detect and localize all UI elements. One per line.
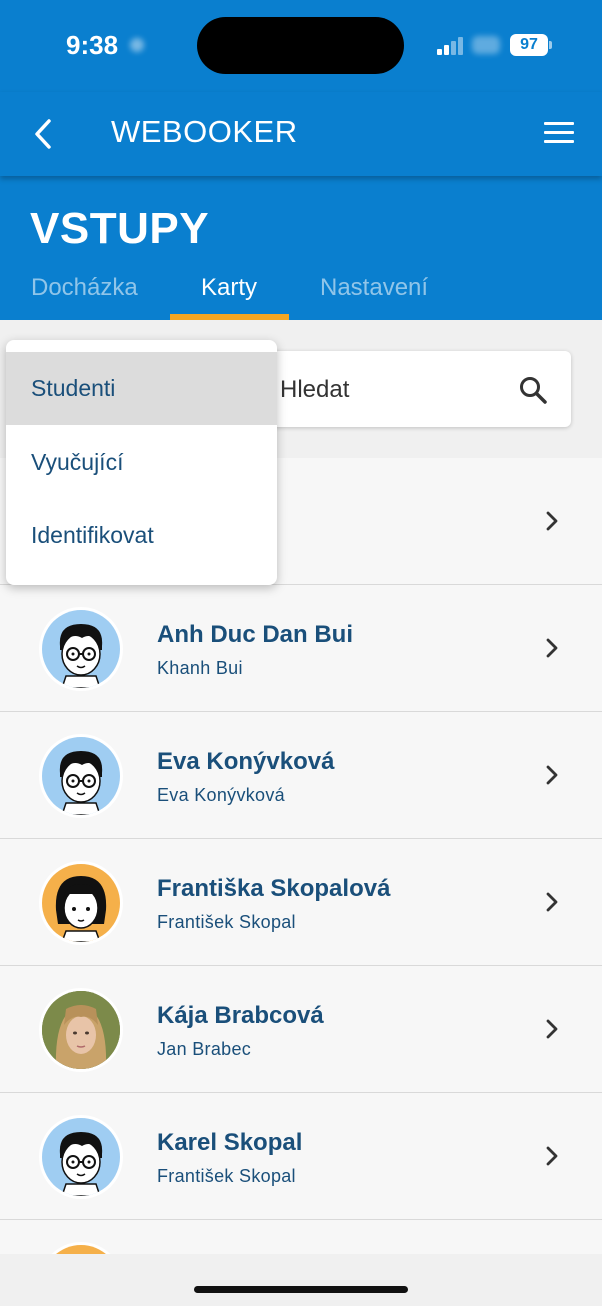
row-name: Eva Konývková — [157, 748, 335, 775]
boy-glasses-avatar — [42, 737, 120, 815]
chevron-right-icon — [546, 1146, 558, 1166]
chevron-right-icon — [546, 638, 558, 658]
row-name: Kája Brabcová — [157, 1002, 324, 1029]
list-item[interactable]: Karel Skopal František Skopal — [0, 1093, 602, 1220]
boy-glasses-avatar — [42, 1118, 120, 1196]
list-item[interactable]: Kája Brabcová Jan Brabec — [0, 966, 602, 1093]
list-item[interactable]: Františka Skopalová František Skopal — [0, 839, 602, 966]
status-time: 9:38 — [66, 30, 119, 60]
row-name: Františka Skopalová — [157, 875, 391, 902]
row-subtitle: František Skopal — [157, 1166, 296, 1186]
status-indicator-icon — [130, 38, 144, 52]
app-bar: WEBOOKER — [0, 92, 602, 176]
row-subtitle: Khanh Bui — [157, 658, 243, 678]
tab-dochazka[interactable]: Docházka — [31, 274, 138, 302]
list-item[interactable] — [0, 1220, 602, 1254]
home-area — [0, 1254, 602, 1306]
dynamic-island — [197, 17, 404, 74]
section-header: VSTUPY Docházka Karty Nastavení — [0, 176, 602, 320]
app-title: WEBOOKER — [111, 114, 298, 149]
chevron-right-icon — [546, 892, 558, 912]
status-bar: 9:38 97 — [0, 0, 602, 92]
battery-tip — [549, 41, 552, 49]
row-subtitle: František Skopal — [157, 912, 296, 932]
chevron-right-icon — [546, 511, 558, 531]
signal-icon — [437, 37, 467, 55]
list-item[interactable]: Anh Duc Dan Bui Khanh Bui — [0, 585, 602, 712]
carrier-label — [472, 36, 500, 54]
dropdown-item-identifikovat[interactable]: Identifikovat — [6, 499, 277, 572]
battery-icon: 97 — [510, 34, 548, 56]
hamburger-menu-icon[interactable] — [544, 122, 574, 144]
section-title: VSTUPY — [30, 204, 210, 253]
photo-avatar — [42, 991, 120, 1069]
row-subtitle: Eva Konývková — [157, 785, 285, 805]
tab-nastaveni[interactable]: Nastavení — [320, 274, 428, 302]
boy-glasses-avatar — [42, 610, 120, 688]
girl-avatar — [42, 1245, 120, 1254]
row-name: Anh Duc Dan Bui — [157, 621, 353, 648]
filter-dropdown-menu: Studenti Vyučující Identifikovat — [6, 340, 277, 585]
search-input-value: Hledat — [280, 376, 350, 403]
girl-avatar — [42, 864, 120, 942]
list-item[interactable]: Eva Konývková Eva Konývková — [0, 712, 602, 839]
chevron-left-icon[interactable] — [28, 116, 58, 152]
row-subtitle: Jan Brabec — [157, 1039, 252, 1059]
chevron-right-icon — [546, 1019, 558, 1039]
tab-karty[interactable]: Karty — [201, 274, 257, 302]
dropdown-item-studenti[interactable]: Studenti — [6, 352, 277, 425]
home-indicator[interactable] — [194, 1286, 408, 1293]
dropdown-item-vyucujici[interactable]: Vyučující — [6, 426, 277, 499]
chevron-right-icon — [546, 765, 558, 785]
row-name: Karel Skopal — [157, 1129, 303, 1156]
search-input[interactable]: Hledat — [266, 351, 571, 427]
search-icon[interactable] — [518, 375, 548, 405]
